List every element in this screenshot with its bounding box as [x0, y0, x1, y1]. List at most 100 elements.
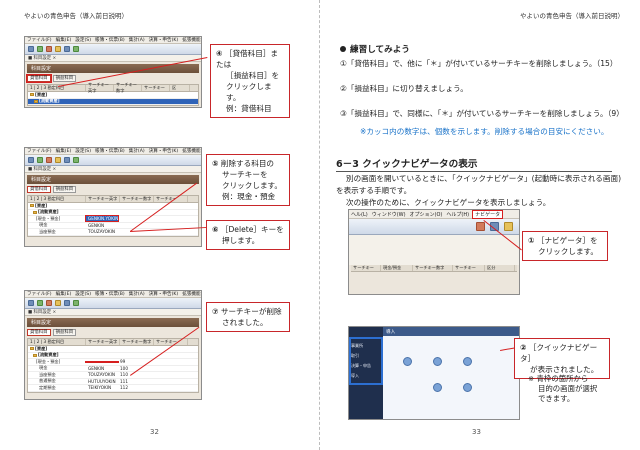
navigator-icon[interactable] [46, 46, 52, 52]
menu-help-l[interactable]: ヘル(L) [351, 211, 368, 218]
col-search-key-2[interactable]: サーチキー [453, 265, 485, 271]
menu-options[interactable]: オプション(O) [410, 211, 443, 218]
col-search-alpha[interactable]: サーチキー英字 [86, 339, 120, 345]
menu-extensions[interactable]: 拡張機能 [182, 291, 200, 297]
back-icon[interactable] [28, 300, 34, 306]
document-tab[interactable]: ■ 科目設定 × [25, 55, 201, 62]
search-key-cell[interactable]: GENKIN [86, 366, 118, 371]
menu-file[interactable]: ファイル(F) [27, 37, 52, 43]
callout-step-7: ⑦ サーチキーが削除 されました。 [206, 302, 290, 332]
table-row[interactable]: [流動資産] [28, 98, 198, 105]
search-key-cell-selected[interactable]: GENKIN.YOKIN [85, 215, 119, 223]
callout-line: ② ［クイックナビゲータ］ [520, 343, 598, 363]
document-tab[interactable]: ■ 科目設定 × [25, 309, 201, 316]
menu-window[interactable]: ウィンドウ(W) [372, 211, 406, 218]
menu-extensions[interactable]: 拡張機能 [182, 37, 200, 43]
folder-icon[interactable] [504, 222, 513, 231]
flow-step-icon[interactable] [403, 357, 412, 366]
tab-pl-accounts[interactable]: 損益科目 [52, 329, 77, 336]
navigator-button[interactable]: ナビゲータ [472, 210, 504, 219]
forward-icon[interactable] [37, 300, 43, 306]
col-search-num[interactable]: サーチキー数字 [120, 196, 154, 202]
folder-icon[interactable] [55, 300, 61, 306]
menu-totals[interactable]: 集計(A) [129, 37, 145, 43]
flow-step-icon[interactable] [463, 383, 472, 392]
search-key-cell[interactable]: TEIKIYOKIN [86, 385, 118, 390]
col-search-key[interactable]: サーチキー [351, 265, 381, 271]
menu-settings[interactable]: 設定(S) [75, 148, 91, 154]
col-class[interactable]: 区分 [485, 265, 515, 271]
search-key-cell[interactable]: HUTUUYOKIN [86, 379, 118, 384]
practice-title: 練習してみよう [340, 43, 410, 55]
tab-balance-accounts[interactable]: 貸借科目 [27, 329, 51, 336]
tab-balance-accounts[interactable]: 貸借科目 [27, 186, 51, 193]
search-num-cell[interactable]: 111 [118, 379, 148, 384]
menu-settings[interactable]: 設定(S) [75, 291, 91, 297]
menu-totals[interactable]: 集計(A) [129, 291, 145, 297]
search-key-cell[interactable]: TOUZAYOKIN [86, 372, 118, 377]
menu-edit[interactable]: 編集(E) [56, 291, 72, 297]
print-icon[interactable] [64, 157, 70, 163]
print-icon[interactable] [64, 46, 70, 52]
menu-settings[interactable]: 設定(S) [75, 37, 91, 43]
col-search-num[interactable]: サーチキー数字 [413, 265, 453, 271]
menu-closing[interactable]: 決算・申告(K) [149, 37, 179, 43]
navigator-icon[interactable] [46, 157, 52, 163]
menu-books[interactable]: 帳簿・伝票(B) [95, 291, 125, 297]
menu-help[interactable]: ヘルプ(H) [446, 211, 469, 218]
table-row[interactable]: 当座預金 TOUZAYOKIN [28, 229, 198, 236]
col-search-num[interactable]: サーチキー数字 [114, 82, 142, 93]
register-icon[interactable] [73, 300, 79, 306]
search-key-cell[interactable]: TOUZAYOKIN [86, 229, 118, 234]
menu-closing[interactable]: 決算・申告(K) [149, 148, 179, 154]
register-icon[interactable] [73, 157, 79, 163]
menu-edit[interactable]: 編集(E) [56, 37, 72, 43]
note-line: ※ 青枠の箇所から [528, 374, 589, 383]
side-note: ※ 青枠の箇所から 目的の画面が選択 できます。 [528, 374, 597, 404]
menu-closing[interactable]: 決算・申告(K) [149, 291, 179, 297]
navigator-main: 導入 [383, 327, 519, 419]
menu-books[interactable]: 帳簿・伝票(B) [95, 148, 125, 154]
menu-books[interactable]: 帳簿・伝票(B) [95, 37, 125, 43]
search-num-cell[interactable]: 99 [118, 359, 148, 364]
col-search-num[interactable]: サーチキー数字 [120, 339, 154, 345]
callout-line: ⑥ ［Delete］キーを [212, 225, 284, 234]
exercise-item: ③「損益科目」で、同様に、「＊」が付いているサーチキーを削除しましょう。（9） [340, 109, 624, 118]
search-key-cell[interactable]: GENKIN [86, 223, 118, 228]
col-account[interactable]: 1 | 2 | 3 勘定科目 [28, 339, 86, 345]
navigator-icon[interactable] [476, 222, 485, 231]
col-search-key[interactable]: サーチキー [154, 339, 188, 345]
back-icon[interactable] [28, 46, 34, 52]
flow-step-icon[interactable] [463, 357, 472, 366]
menu-extensions[interactable]: 拡張機能 [182, 148, 200, 154]
col-search-key[interactable]: サーチキー [142, 85, 170, 91]
table-row[interactable]: 定期預金 TEIKIYOKIN 112 [28, 385, 198, 392]
folder-icon[interactable] [55, 46, 61, 52]
menu-edit[interactable]: 編集(E) [56, 148, 72, 154]
navigator-icon[interactable] [46, 300, 52, 306]
navigator-header: 導入 [383, 327, 519, 336]
tab-pl-accounts[interactable]: 損益科目 [52, 186, 77, 193]
menu-file[interactable]: ファイル(F) [27, 148, 52, 154]
menu-totals[interactable]: 集計(A) [129, 148, 145, 154]
callout-line: 例：貸借科目 [226, 104, 272, 113]
search-num-cell[interactable]: 112 [118, 385, 148, 390]
col-class[interactable]: 区 [170, 85, 190, 91]
tab-balance-accounts[interactable]: 貸借科目 [26, 74, 52, 83]
back-icon[interactable] [28, 157, 34, 163]
forward-icon[interactable] [37, 46, 43, 52]
document-tab[interactable]: ■ 科目設定 × [25, 166, 201, 173]
forward-icon[interactable] [37, 157, 43, 163]
col-account[interactable]: 1 | 2 | 3 勘定科目 [28, 196, 86, 202]
flow-step-icon[interactable] [433, 383, 442, 392]
tab-pl-accounts[interactable]: 損益科目 [52, 75, 77, 82]
register-icon[interactable] [73, 46, 79, 52]
menu-file[interactable]: ファイル(F) [27, 291, 52, 297]
col-search-alpha[interactable]: サーチキー英字 [86, 196, 120, 202]
folder-icon[interactable] [55, 157, 61, 163]
flow-step-icon[interactable] [433, 357, 442, 366]
col-cash[interactable]: 現金/預金 [381, 265, 413, 271]
callout-line: ［損益科目］を [226, 71, 280, 80]
print-icon[interactable] [64, 300, 70, 306]
col-search-alpha[interactable]: サーチキー英字 [86, 82, 114, 93]
